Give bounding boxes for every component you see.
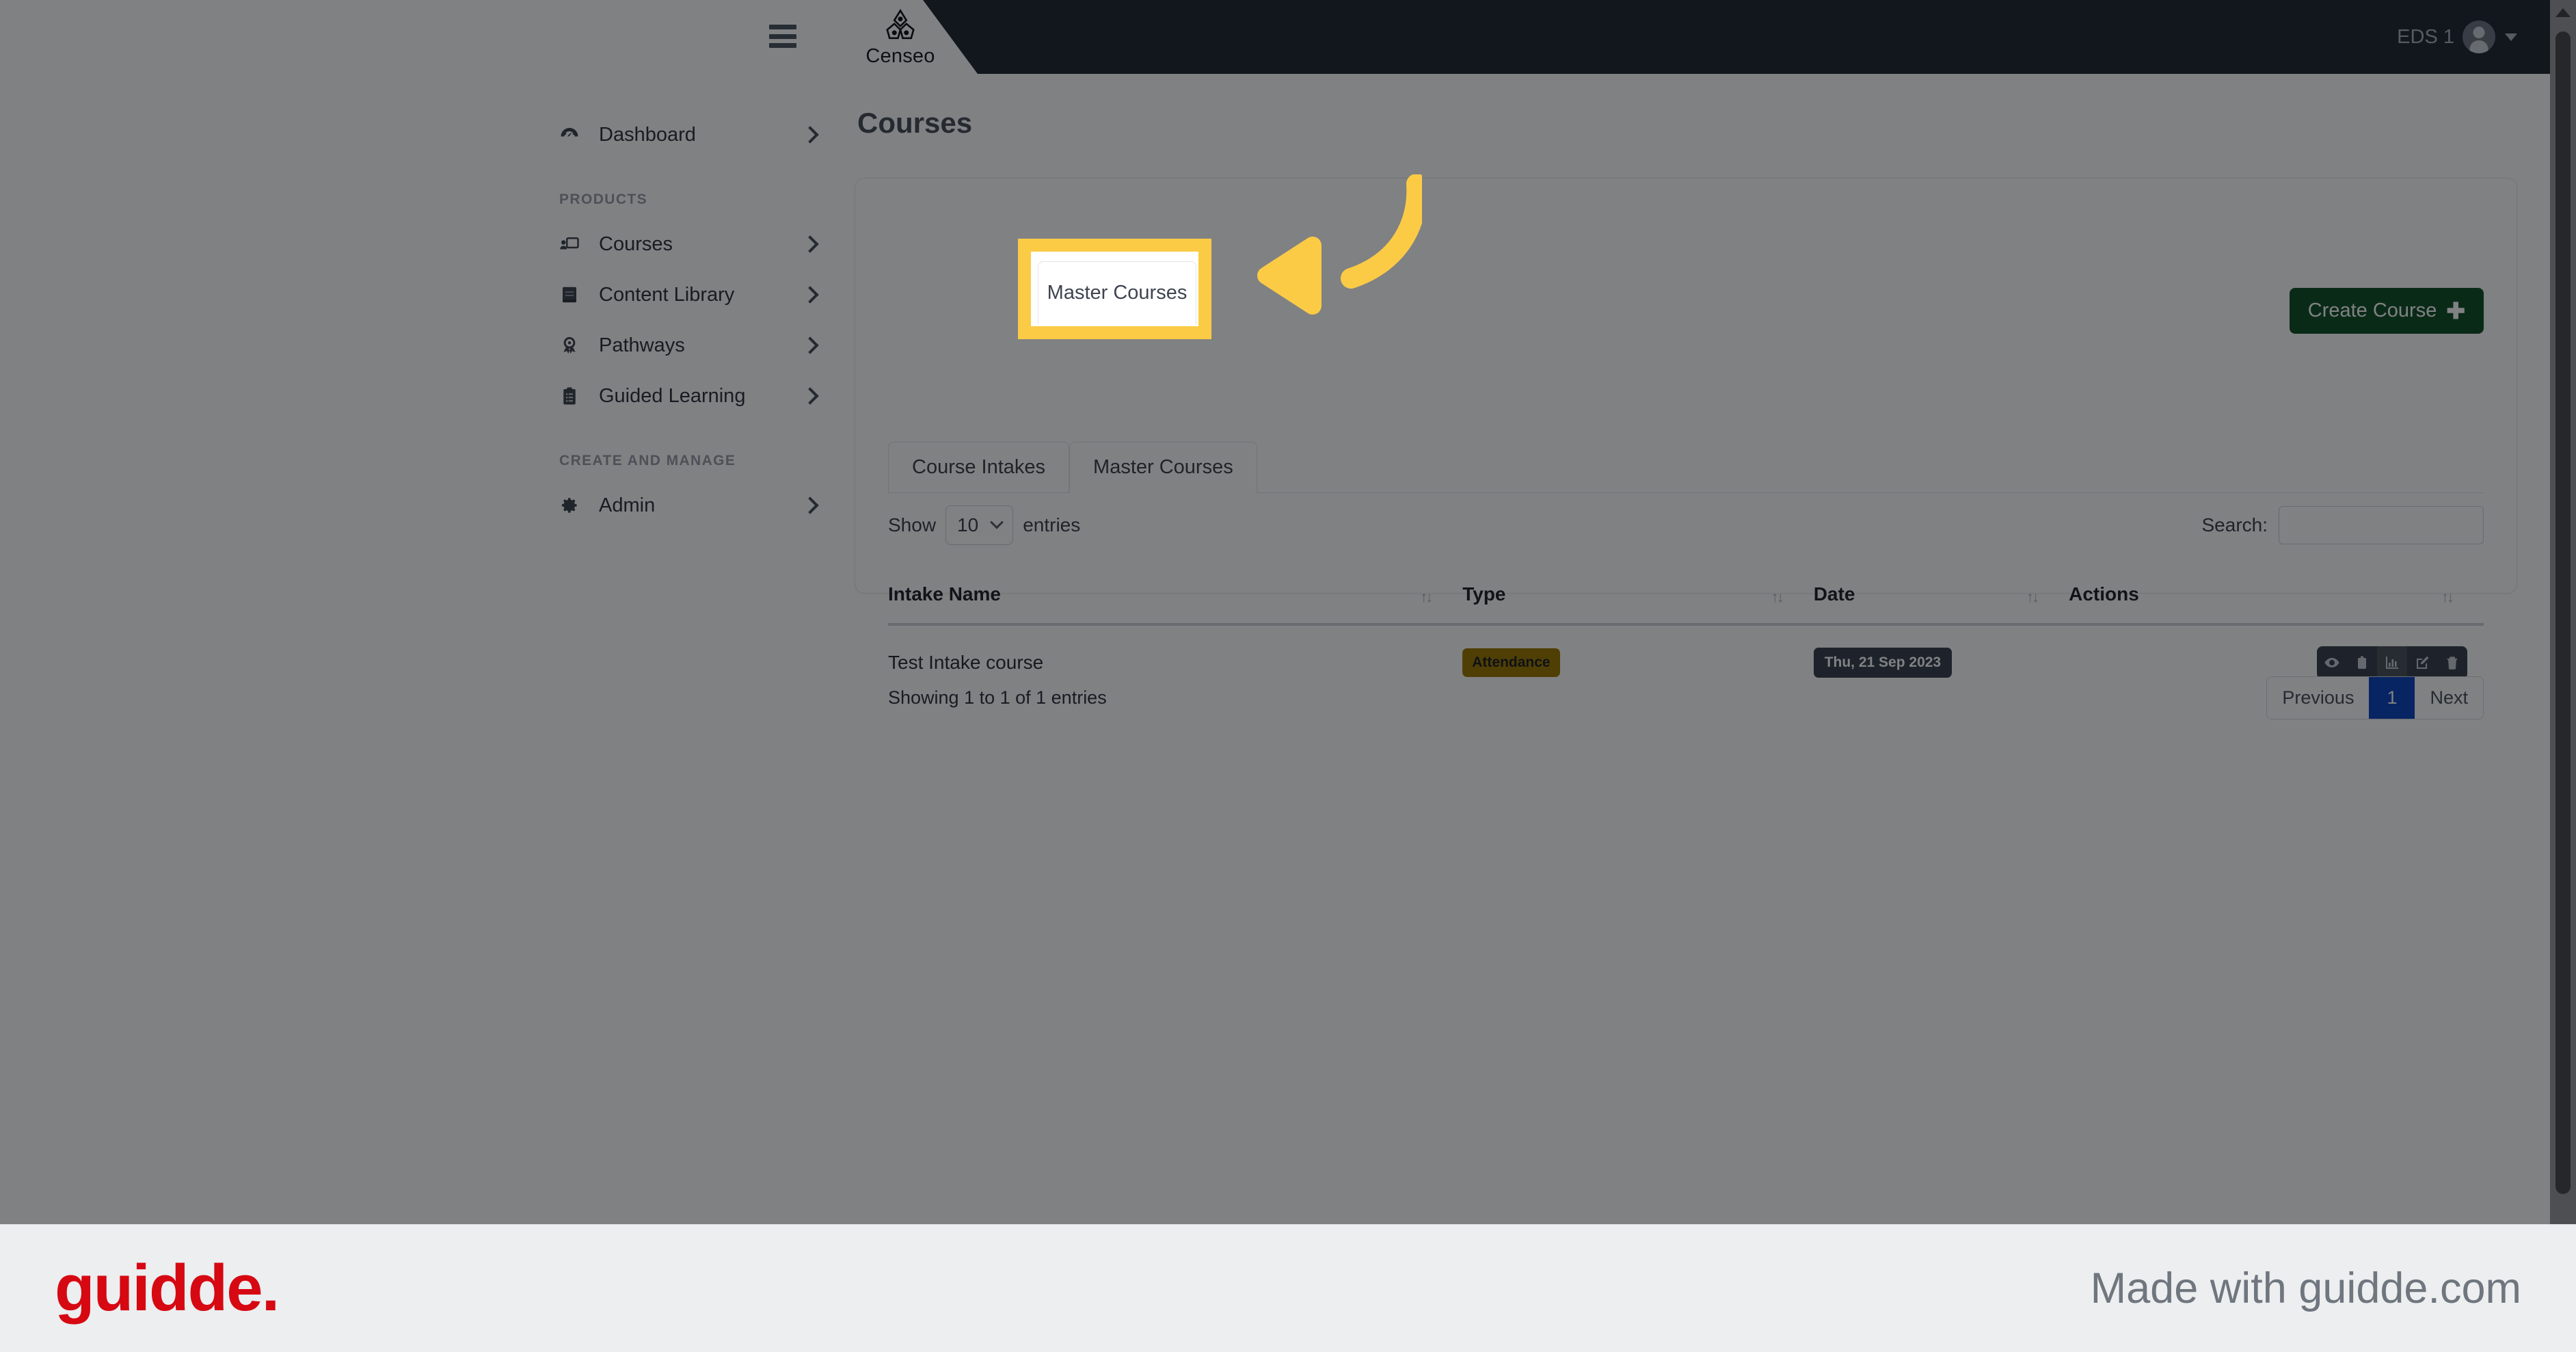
sort-arrows-icon: ↑↓ [2026,588,2039,606]
chevron-right-icon [801,235,819,253]
entries-per-page-value: 10 [957,514,979,535]
tab-course-intakes[interactable]: Course Intakes [888,442,1070,493]
scrollbar-thumb[interactable] [2555,31,2571,1194]
table-footer: Showing 1 to 1 of 1 entries Previous 1 N… [888,676,2484,719]
bar-chart-icon[interactable] [2377,646,2407,679]
chevron-right-icon [801,286,819,304]
show-entries-control: Show 10 entries [888,505,1080,545]
sidebar-item-label: Admin [599,494,656,516]
guidde-footer: guidde. Made with guidde.com [0,1224,2576,1352]
award-ribbon-icon [559,335,591,356]
column-label: Intake Name [888,583,1001,605]
tab-label: Master Courses [1093,456,1233,478]
brand-logo[interactable]: Censeo [835,5,965,70]
table-head: Intake Name ↑↓ Type ↑↓ Date ↑↓ Actions ↑… [888,568,2484,626]
pagination: Previous 1 Next [2266,676,2484,719]
show-entries-suffix: entries [1023,514,1081,535]
scroll-up-arrow-icon[interactable] [2555,8,2571,17]
show-entries-prefix: Show [888,514,937,535]
screenshot-root: Censeo EDS 1 Dashboard PRODUCTS Courses … [0,0,2576,1352]
create-course-label: Create Course [2307,300,2437,321]
row-actions-group [2317,646,2467,679]
sidebar-item-admin[interactable]: Admin [540,480,841,531]
sort-arrows-icon: ↑↓ [1771,588,1784,606]
showing-entries-text: Showing 1 to 1 of 1 entries [888,687,1107,708]
hamburger-bar [769,34,796,39]
vertical-scrollbar[interactable] [2550,0,2576,1224]
date-badge: Thu, 21 Sep 2023 [1813,648,1953,678]
sidebar-item-label: Content Library [599,283,735,306]
column-label: Actions [2069,583,2139,605]
column-header-actions[interactable]: Actions ↑↓ [2069,568,2484,626]
courses-presentation-icon [559,234,591,254]
entries-per-page-select[interactable]: 10 [945,505,1014,545]
topbar-brand-panel [0,0,978,74]
gear-icon [559,495,591,516]
column-header-date[interactable]: Date ↑↓ [1813,568,2069,626]
column-label: Type [1462,583,1506,605]
tab-master-courses[interactable]: Master Courses [1069,442,1257,493]
chevron-right-icon [801,496,819,514]
sidebar-item-guided-learning[interactable]: Guided Learning [540,371,841,421]
table-header-row: Intake Name ↑↓ Type ↑↓ Date ↑↓ Actions ↑… [888,568,2484,626]
user-name-label: EDS 1 [2397,25,2454,48]
sidebar-item-pathways[interactable]: Pathways [540,320,841,371]
view-eye-icon[interactable] [2317,646,2347,679]
sidebar-item-label: Guided Learning [599,384,746,407]
chevron-right-icon [801,126,819,144]
page-title: Courses [857,107,973,139]
hamburger-menu-icon[interactable] [769,25,796,48]
create-course-button[interactable]: Create Course ✚ [2289,288,2484,334]
trash-icon[interactable] [2437,646,2467,679]
user-menu[interactable]: EDS 1 [2397,0,2517,74]
column-header-intake-name[interactable]: Intake Name ↑↓ [888,568,1463,626]
tab-label: Course Intakes [912,456,1046,478]
chevron-down-icon [2505,33,2517,41]
guidde-logo: guidde. [55,1251,280,1325]
sidebar-item-label: Dashboard [599,123,696,146]
type-badge: Attendance [1462,648,1560,677]
made-with-guidde-text: Made with guidde.com [2090,1264,2521,1312]
column-label: Date [1813,583,1855,605]
tab-bar: Course Intakes Master Courses [888,441,2484,493]
courses-card: Create Course ✚ Course Intakes Master Co… [855,178,2517,719]
search-label: Search: [2201,514,2268,535]
edit-pencil-icon[interactable] [2407,646,2437,679]
top-navigation-bar: Censeo EDS 1 [0,0,2576,74]
pagination-previous-button[interactable]: Previous [2267,677,2370,719]
book-icon [559,284,591,305]
sidebar-section-create-and-manage: CREATE AND MANAGE [559,453,736,468]
chevron-down-icon [990,515,1004,529]
sidebar-item-label: Pathways [599,334,685,356]
sidebar-navigation: Dashboard PRODUCTS Courses Content Libra… [540,74,841,531]
sidebar-item-courses[interactable]: Courses [540,219,841,269]
clipboard-icon[interactable] [2347,646,2377,679]
hamburger-bar [769,25,796,29]
search-input[interactable] [2279,506,2484,544]
sidebar-section-products: PRODUCTS [559,191,648,207]
sidebar-item-label: Courses [599,233,673,255]
sort-arrows-icon: ↑↓ [2441,588,2454,606]
main-content: Courses Create Course ✚ Course Intakes M… [855,74,2517,719]
column-header-type[interactable]: Type ↑↓ [1462,568,1814,626]
clipboard-list-icon [559,386,591,406]
sort-arrows-icon: ↑↓ [1420,588,1433,606]
user-avatar-icon [2463,21,2495,53]
brand-name-label: Censeo [866,44,935,67]
hamburger-bar [769,43,796,48]
dashboard-gauge-icon [559,124,591,145]
pagination-page-1-button[interactable]: 1 [2369,677,2415,719]
application-window: Censeo EDS 1 Dashboard PRODUCTS Courses … [0,0,2576,1224]
plus-icon: ✚ [2446,298,2465,323]
censeo-logo-icon [886,8,915,39]
sidebar-item-content-library[interactable]: Content Library [540,269,841,320]
table-controls: Show 10 entries Search: [888,505,2484,545]
chevron-right-icon [801,387,819,405]
page-body: Dashboard PRODUCTS Courses Content Libra… [0,74,2576,1224]
search-control: Search: [2202,506,2484,544]
sidebar-item-dashboard[interactable]: Dashboard [540,109,841,160]
chevron-right-icon [801,336,819,354]
pagination-next-button[interactable]: Next [2415,677,2483,719]
